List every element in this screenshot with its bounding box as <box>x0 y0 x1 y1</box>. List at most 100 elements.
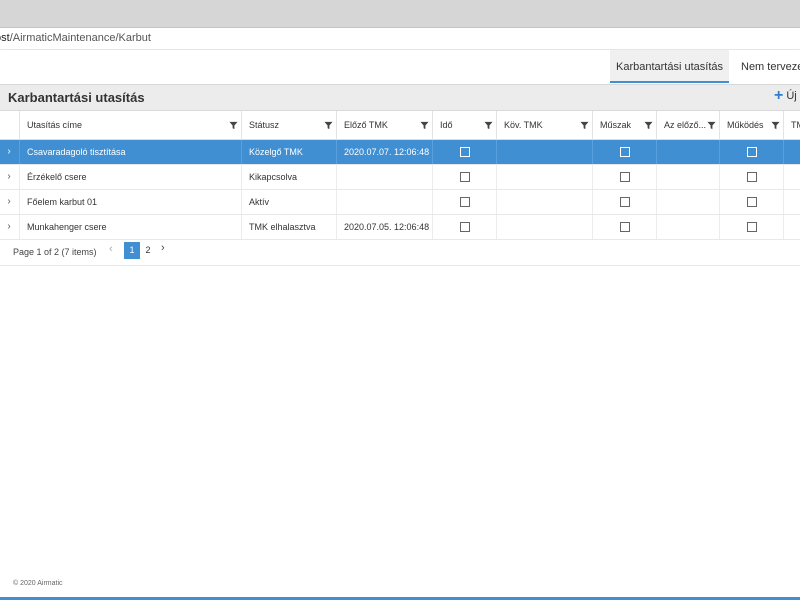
cell-prev-tmk <box>336 190 432 214</box>
checkbox[interactable] <box>460 147 470 157</box>
cell-tm <box>783 165 800 189</box>
funnel-icon[interactable] <box>420 121 429 130</box>
header-col-previous[interactable]: Az előző... <box>656 111 719 139</box>
table-row[interactable]: › Munkahenger csere TMK elhalasztva 2020.07… <box>0 215 800 240</box>
cell-status: TMK elhalasztva <box>241 215 336 239</box>
cell-time <box>432 215 496 239</box>
chevron-right-icon[interactable]: › <box>2 190 16 214</box>
cell-next-tmk <box>496 140 592 164</box>
cell-shift <box>592 215 656 239</box>
panel-title: Karbantartási utasítás <box>8 90 145 105</box>
cell-title: Csavaradagoló tisztítása <box>19 140 241 164</box>
header-col-shift[interactable]: Műszak <box>592 111 656 139</box>
funnel-icon[interactable] <box>644 121 653 130</box>
header-label: Előző TMK <box>344 120 388 130</box>
checkbox[interactable] <box>620 147 630 157</box>
header-col-time[interactable]: Idő <box>432 111 496 139</box>
cell-previous <box>656 165 719 189</box>
checkbox[interactable] <box>620 197 630 207</box>
pager-prev-icon[interactable]: ‹ <box>109 243 113 255</box>
url-path: /AirmaticMaintenance/Karbut <box>9 32 151 44</box>
cell-status: Kikapcsolva <box>241 165 336 189</box>
cell-operation <box>719 140 783 164</box>
cell-next-tmk <box>496 165 592 189</box>
checkbox[interactable] <box>620 172 630 182</box>
header-label: Működés <box>727 120 764 130</box>
plus-icon: + <box>774 87 784 104</box>
header-col-next-tmk[interactable]: Köv. TMK <box>496 111 592 139</box>
checkbox[interactable] <box>460 197 470 207</box>
table-row[interactable]: › Főelem karbut 01 Aktív <box>0 190 800 215</box>
cell-shift <box>592 140 656 164</box>
funnel-icon[interactable] <box>707 121 716 130</box>
checkbox[interactable] <box>747 222 757 232</box>
header-label: Idő <box>440 120 453 130</box>
cell-operation <box>719 190 783 214</box>
grid-header: Utasítás címe Státusz Előző TMK Idő Köv. TMK… <box>0 111 800 140</box>
header-label: Az előző... <box>664 120 707 130</box>
cell-status: Aktív <box>241 190 336 214</box>
grid-body: › Csavaradagoló tisztítása Közelgő TMK 2020… <box>0 140 800 240</box>
checkbox[interactable] <box>747 147 757 157</box>
chevron-right-icon[interactable]: › <box>2 215 16 239</box>
header-col-title[interactable]: Utasítás címe <box>19 111 241 139</box>
table-row[interactable]: › Csavaradagoló tisztítása Közelgő TMK 2020… <box>0 140 800 165</box>
funnel-icon[interactable] <box>580 121 589 130</box>
tab-maintenance-instructions[interactable]: Karbantartási utasítás <box>610 50 729 83</box>
cell-previous <box>656 190 719 214</box>
cell-tm <box>783 215 800 239</box>
cell-shift <box>592 190 656 214</box>
page-button-1[interactable]: 1 <box>124 242 140 259</box>
cell-prev-tmk: 2020.07.07. 12:06:48 <box>336 140 432 164</box>
checkbox[interactable] <box>620 222 630 232</box>
header-col-tm[interactable]: TM <box>783 111 800 139</box>
browser-chrome <box>0 0 800 28</box>
app-tab-bar: Karbantartási utasítás Nem tervezett <box>0 50 800 85</box>
cell-tm <box>783 140 800 164</box>
cell-time <box>432 190 496 214</box>
new-button-label: Új <box>786 89 797 102</box>
footer-copyright: © 2020 Airmatic <box>13 580 63 587</box>
cell-tm <box>783 190 800 214</box>
new-button[interactable]: + Új <box>774 87 797 105</box>
checkbox[interactable] <box>747 172 757 182</box>
cell-operation <box>719 165 783 189</box>
checkbox[interactable] <box>460 222 470 232</box>
cell-previous <box>656 215 719 239</box>
funnel-icon[interactable] <box>229 121 238 130</box>
chevron-right-icon[interactable]: › <box>2 165 16 189</box>
page-button-2[interactable]: 2 <box>140 242 156 259</box>
url-host: ost <box>0 32 10 44</box>
pager-next-icon[interactable]: › <box>161 242 165 254</box>
table-row[interactable]: › Érzékelő csere Kikapcsolva <box>0 165 800 190</box>
cell-title: Munkahenger csere <box>19 215 241 239</box>
checkbox[interactable] <box>747 197 757 207</box>
header-label: Utasítás címe <box>27 120 83 130</box>
cell-next-tmk <box>496 190 592 214</box>
header-label: Műszak <box>600 120 632 130</box>
pager-info: Page 1 of 2 (7 items) <box>13 247 97 257</box>
funnel-icon[interactable] <box>771 121 780 130</box>
cell-title: Főelem karbut 01 <box>19 190 241 214</box>
funnel-icon[interactable] <box>324 121 333 130</box>
cell-title: Érzékelő csere <box>19 165 241 189</box>
address-bar[interactable]: ost/AirmaticMaintenance/Karbut <box>0 28 800 50</box>
header-col-operation[interactable]: Működés <box>719 111 783 139</box>
header-col-status[interactable]: Státusz <box>241 111 336 139</box>
header-label: Köv. TMK <box>504 120 543 130</box>
cell-previous <box>656 140 719 164</box>
header-col-prev-tmk[interactable]: Előző TMK <box>336 111 432 139</box>
checkbox[interactable] <box>460 172 470 182</box>
cell-operation <box>719 215 783 239</box>
header-label: TM <box>791 120 800 130</box>
pager: Page 1 of 2 (7 items) ‹ 1 2 › <box>0 238 800 266</box>
panel-header: Karbantartási utasítás + Új <box>0 85 800 111</box>
funnel-icon[interactable] <box>484 121 493 130</box>
cell-next-tmk <box>496 215 592 239</box>
data-grid: Utasítás címe Státusz Előző TMK Idő Köv. TMK… <box>0 111 800 240</box>
tab-unplanned[interactable]: Nem tervezett <box>730 50 800 83</box>
chevron-right-icon[interactable]: › <box>2 140 16 164</box>
cell-time <box>432 165 496 189</box>
cell-shift <box>592 165 656 189</box>
cell-time <box>432 140 496 164</box>
